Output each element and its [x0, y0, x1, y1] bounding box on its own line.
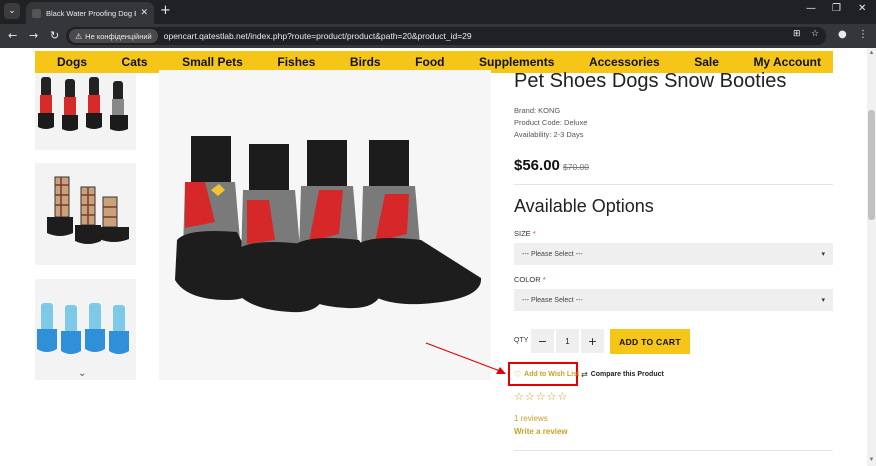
qty-plus-button[interactable]: + [581, 329, 604, 353]
divider [514, 184, 833, 185]
star-icon: ☆ [546, 390, 557, 403]
tab-title: Black Water Proofing Dog Booti [46, 8, 136, 18]
compare-label: Compare this Product [590, 371, 664, 378]
size-label: SIZE * [514, 229, 536, 238]
nav-item-supplements[interactable]: Supplements [479, 55, 554, 69]
product-availability: Availability: 2-3 Days [514, 130, 584, 139]
blue-boot-thumb-image [37, 303, 129, 354]
product-thumbnail-3[interactable] [35, 279, 136, 380]
star-icon: ☆ [524, 390, 535, 403]
back-arrow-icon[interactable]: ← [8, 29, 17, 42]
address-bar[interactable]: ⚠ Не конфіденційний opencart.qatestlab.n… [66, 27, 826, 45]
thumbnail-next-chevron-down-icon[interactable]: ⌄ [78, 368, 86, 379]
product-price: $56.00 [514, 157, 560, 174]
color-select-value: --- Please Select --- [522, 296, 583, 304]
qty-value: 1 [565, 336, 570, 346]
size-select[interactable]: --- Please Select --- ▾ [514, 243, 833, 265]
maximize-icon[interactable]: ❐ [832, 3, 841, 14]
scroll-down-icon[interactable]: ▼ [868, 457, 875, 464]
nav-item-dogs[interactable]: Dogs [57, 55, 87, 69]
product-thumbnail-1[interactable] [35, 73, 136, 150]
required-mark: * [542, 275, 546, 284]
qty-label: QTY [514, 337, 529, 344]
rating-stars: ☆ ☆ ☆ ☆ ☆ [514, 390, 567, 403]
nav-item-small-pets[interactable]: Small Pets [182, 55, 243, 69]
main-product-image[interactable] [159, 70, 491, 380]
new-tab-plus-icon[interactable]: + [160, 3, 171, 18]
bookmark-star-icon[interactable]: ☆ [811, 29, 819, 39]
browser-toolbar: ← → ↻ ⚠ Не конфіденційний opencart.qates… [0, 24, 876, 48]
wishlist-label: Add to Wish List [524, 370, 580, 378]
window-close-icon[interactable]: ✕ [858, 3, 866, 14]
nav-item-cats[interactable]: Cats [122, 55, 148, 69]
menu-dots-icon[interactable]: ⋮ [858, 29, 868, 40]
profile-icon[interactable]: ● [838, 29, 847, 40]
minimize-icon[interactable]: — [806, 3, 816, 14]
star-icon: ☆ [535, 390, 546, 403]
security-label: Не конфіденційний [85, 31, 152, 41]
color-label-text: COLOR [514, 275, 541, 284]
plaid-boot-thumb-image [47, 176, 129, 244]
browser-tab[interactable]: Black Water Proofing Dog Booti ✕ [26, 2, 154, 24]
url-text: opencart.qatestlab.net/index.php?route=p… [163, 31, 472, 41]
security-chip[interactable]: ⚠ Не конфіденційний [69, 29, 158, 43]
size-select-value: --- Please Select --- [522, 250, 583, 258]
reviews-link[interactable]: 1 reviews [514, 414, 548, 423]
qty-input[interactable]: 1 [556, 329, 579, 353]
translate-icon[interactable]: ⊞ [793, 29, 801, 39]
annotation-arrow [425, 342, 506, 374]
product-title: Pet Shoes Dogs Snow Booties [514, 70, 787, 92]
close-icon[interactable]: ✕ [140, 8, 148, 18]
favicon-icon [32, 8, 41, 18]
tab-search-chevron-icon[interactable]: ⌄ [4, 3, 20, 19]
options-heading: Available Options [514, 196, 654, 216]
star-icon: ☆ [557, 390, 568, 403]
dog-booties-image [175, 136, 482, 313]
color-label: COLOR * [514, 275, 546, 284]
warning-icon: ⚠ [75, 31, 83, 41]
boot-thumb-image [38, 77, 128, 131]
scroll-thumb[interactable] [868, 110, 875, 220]
star-icon: ☆ [514, 390, 524, 403]
heart-icon: ♡ [514, 369, 522, 379]
divider [514, 450, 833, 451]
product-old-price: $70.00 [563, 162, 589, 172]
caret-down-icon: ▾ [821, 296, 825, 304]
nav-item-my-account[interactable]: My Account [753, 55, 821, 69]
compare-product-button[interactable]: ⇄ Compare this Product [581, 370, 664, 379]
nav-item-sale[interactable]: Sale [694, 55, 719, 69]
product-brand: Brand: KONG [514, 106, 561, 115]
page-scrollbar[interactable]: ▲ ▼ [867, 48, 876, 466]
write-review-link[interactable]: Write a review [514, 427, 568, 436]
product-code: Product Code: Deluxe [514, 118, 588, 127]
reload-icon[interactable]: ↻ [50, 29, 59, 42]
color-select[interactable]: --- Please Select --- ▾ [514, 289, 833, 311]
nav-item-fishes[interactable]: Fishes [277, 55, 315, 69]
nav-item-accessories[interactable]: Accessories [589, 55, 660, 69]
forward-arrow-icon[interactable]: → [29, 29, 38, 42]
required-mark: * [532, 229, 536, 238]
qty-minus-button[interactable]: − [531, 329, 554, 353]
nav-item-birds[interactable]: Birds [350, 55, 381, 69]
size-label-text: SIZE [514, 229, 531, 238]
nav-item-food[interactable]: Food [415, 55, 444, 69]
add-to-cart-button[interactable]: ADD TO CART [610, 329, 690, 354]
add-to-wishlist-button[interactable]: ♡ Add to Wish List [508, 362, 580, 386]
browser-tab-bar: ⌄ Black Water Proofing Dog Booti ✕ + — ❐… [0, 0, 876, 24]
compare-arrows-icon: ⇄ [581, 370, 588, 379]
caret-down-icon: ▾ [821, 250, 825, 258]
scroll-up-icon[interactable]: ▲ [868, 50, 875, 57]
product-thumbnail-2[interactable] [35, 163, 136, 265]
